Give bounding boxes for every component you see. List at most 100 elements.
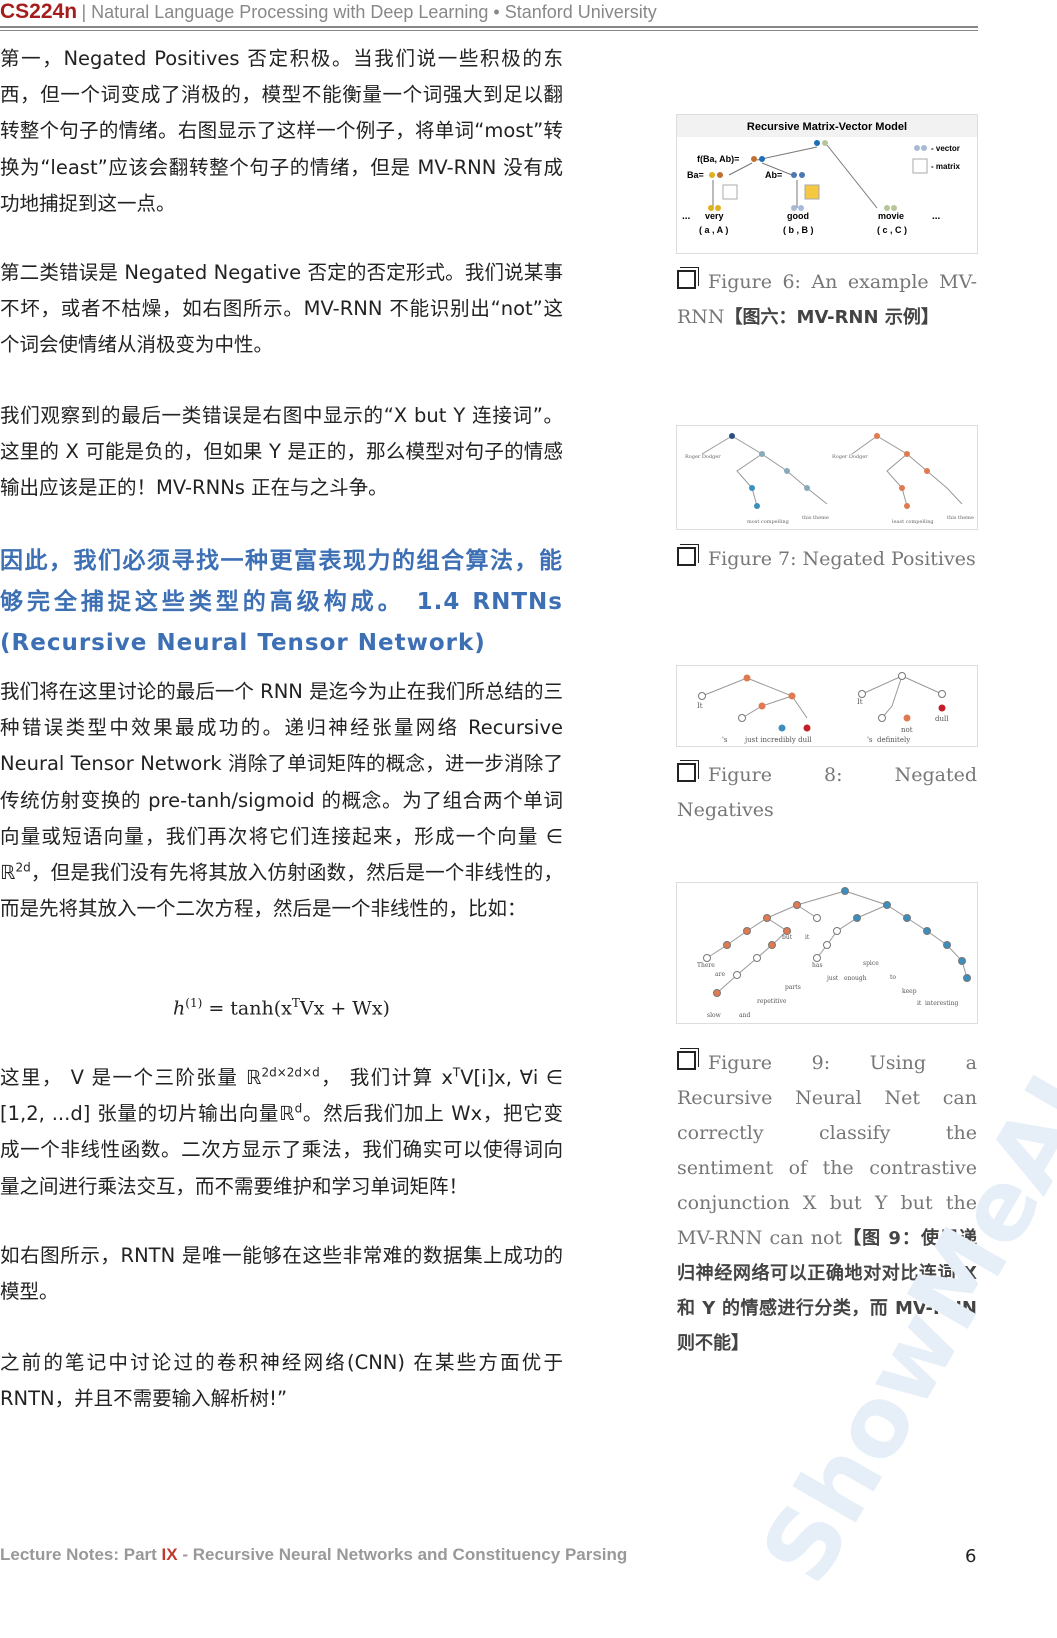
figure-6-mv-rnn: Recursive Matrix-Vector Model - vector -… [676, 114, 978, 254]
pair-a: ( a , A ) [699, 225, 728, 235]
tree-word: least compelling [892, 519, 934, 525]
footer-suffix: - Recursive Neural Networks and Constitu… [177, 1545, 628, 1564]
fig6-title: Recursive Matrix-Vector Model [747, 121, 907, 133]
tree-word: definitely [877, 736, 910, 744]
header-rule-thin [0, 30, 978, 31]
tree-word: are [715, 971, 725, 978]
paragraph-x-but-y: 我们观察到的最后一类错误是右图中显示的“X but Y 连接词”。这里的 X 可… [0, 404, 563, 500]
square-icon [677, 270, 696, 289]
tree-node [763, 914, 771, 922]
course-code: CS224n [0, 0, 78, 23]
tree-node [768, 941, 776, 949]
tree-node [958, 957, 966, 965]
text: 这里， V 是一个三阶张量 ℝ [0, 1066, 262, 1089]
text: ，但是我们没有先将其放入仿射函数，然后是一个非线性的，而是先将其放入一个二次方程… [0, 861, 563, 921]
pair-b: ( b , B ) [783, 225, 814, 235]
ab-label: Ab= [765, 170, 782, 180]
tree-word: this theme [802, 515, 829, 521]
tree-word: this theme [947, 515, 974, 521]
tree-word: it [917, 1000, 922, 1007]
superscript: 2d×2d×d [261, 1065, 320, 1080]
tree-node [833, 927, 841, 935]
tree-word: and [739, 1012, 750, 1019]
tree-node [713, 989, 721, 997]
tree-node [841, 887, 849, 895]
header-rule [0, 26, 978, 28]
tree-word: dull [935, 715, 949, 723]
page-number: 6 [965, 1546, 977, 1567]
figure-8-caption: Figure 8: Negated Negatives [677, 758, 977, 828]
eq-sup: (1) [185, 996, 203, 1010]
tree-node [823, 941, 831, 949]
ellipsis: ... [682, 211, 691, 222]
ba-label: Ba= [687, 170, 704, 180]
ellipsis: ... [932, 211, 941, 222]
tree-word: most compelling [747, 519, 790, 525]
superscript: 2d [15, 860, 31, 875]
tree-node [753, 954, 761, 962]
word-good: good [787, 211, 809, 221]
section-heading: 因此，我们必须寻找一种更富表现力的组合算法，能够完全捕捉这些类型的高级构成。 1… [0, 548, 563, 656]
eq-mid: = tanh(x [202, 997, 292, 1020]
square-icon [677, 1051, 696, 1070]
caption-text: Figure 7: Negated Positives [708, 548, 976, 570]
tree-word: not [901, 726, 913, 734]
word-movie: movie [878, 211, 904, 221]
legend-vector: - vector [931, 144, 960, 153]
tree-node [943, 941, 951, 949]
tree-node [813, 954, 821, 962]
footer-prefix: Lecture Notes: Part [0, 1545, 162, 1564]
square-icon [677, 763, 696, 782]
tree-word: has [812, 962, 823, 969]
tree-node [903, 914, 911, 922]
tree-word: repetitive [757, 998, 787, 1005]
tree-node [923, 927, 931, 935]
page-footer: Lecture Notes: Part IX - Recursive Neura… [0, 1545, 627, 1565]
paragraph-tensor: 这里， V 是一个三阶张量 ℝ2d×2d×d， 我们计算 xTV[i]x, ∀i… [0, 1060, 563, 1205]
pair-c: ( c , C ) [877, 225, 907, 235]
eq-lhs: h [173, 997, 186, 1020]
square-icon [677, 547, 696, 566]
footer-part: IX [161, 1545, 178, 1564]
tree-word: 's [722, 736, 728, 744]
tree-word: enough [844, 975, 867, 982]
tree-word: Roger Dodger [685, 454, 721, 460]
paragraph-rntn-success: 如右图所示，RNTN 是唯一能够在这些非常难的数据集上成功的模型。 [0, 1244, 563, 1304]
caption-cn: 【图六：MV-RNN 示例】 [724, 307, 939, 328]
header-subtitle: | Natural Language Processing with Deep … [81, 2, 657, 22]
paragraph-negated-positives: 第一，Negated Positives 否定积极。当我们说一些积极的东西，但一… [0, 47, 563, 215]
figure-8-negated-negatives: It 's just incredibly dull It 's definit… [676, 665, 978, 747]
text: ， 我们计算 x [319, 1066, 453, 1089]
caption-text: Figure 8: Negated Negatives [677, 764, 977, 821]
text: 我们将在这里讨论的最后一个 RNN 是迄今为止在我们所总结的三种错误类型中效果最… [0, 680, 563, 885]
eq-sup: T [291, 996, 300, 1010]
tree-word: It [697, 702, 703, 710]
tree-word: to [890, 974, 896, 981]
tree-node [883, 901, 891, 909]
tree-word: It [857, 698, 863, 706]
tree-node [963, 974, 971, 982]
legend-matrix: - matrix [931, 162, 960, 171]
tree-word: slow [707, 1012, 722, 1019]
paragraph-cnn: 之前的笔记中讨论过的卷积神经网络(CNN) 在某些方面优于 RNTN，并且不需要… [0, 1351, 563, 1411]
equation: h(1) = tanh(xTVx + Wx) [0, 996, 563, 1019]
tree-node [743, 927, 751, 935]
tree-word: just [826, 975, 839, 982]
tree-word: it [805, 934, 810, 941]
paragraph-negated-negative: 第二类错误是 Negated Negative 否定的否定形式。我们说某事不坏，… [0, 261, 563, 357]
tree-word: Roger Dodger [832, 454, 868, 460]
figure-7-negated-positives: Roger Dodger Roger Dodger most compellin… [676, 425, 978, 530]
word-very: very [705, 211, 724, 221]
tree-word: 's [867, 736, 873, 744]
figure-6-caption: Figure 6: An example MV-RNN【图六：MV-RNN 示例… [677, 265, 977, 335]
tree-word: just incredibly dull [744, 736, 812, 744]
eq-rhs: Vx + Wx) [299, 997, 390, 1020]
tree-word: keep [902, 988, 917, 995]
vector-icons [708, 140, 928, 211]
tree-word: parts [785, 984, 801, 991]
figure-9-contrastive-conjunction: There are slow and repetitive parts but … [676, 882, 978, 1024]
paragraph-rntn-intro: 我们将在这里讨论的最后一个 RNN 是迄今为止在我们所总结的三种错误类型中效果最… [0, 674, 563, 927]
tree-node [723, 941, 731, 949]
tree-node [703, 954, 711, 962]
tree-word: but [782, 934, 793, 941]
